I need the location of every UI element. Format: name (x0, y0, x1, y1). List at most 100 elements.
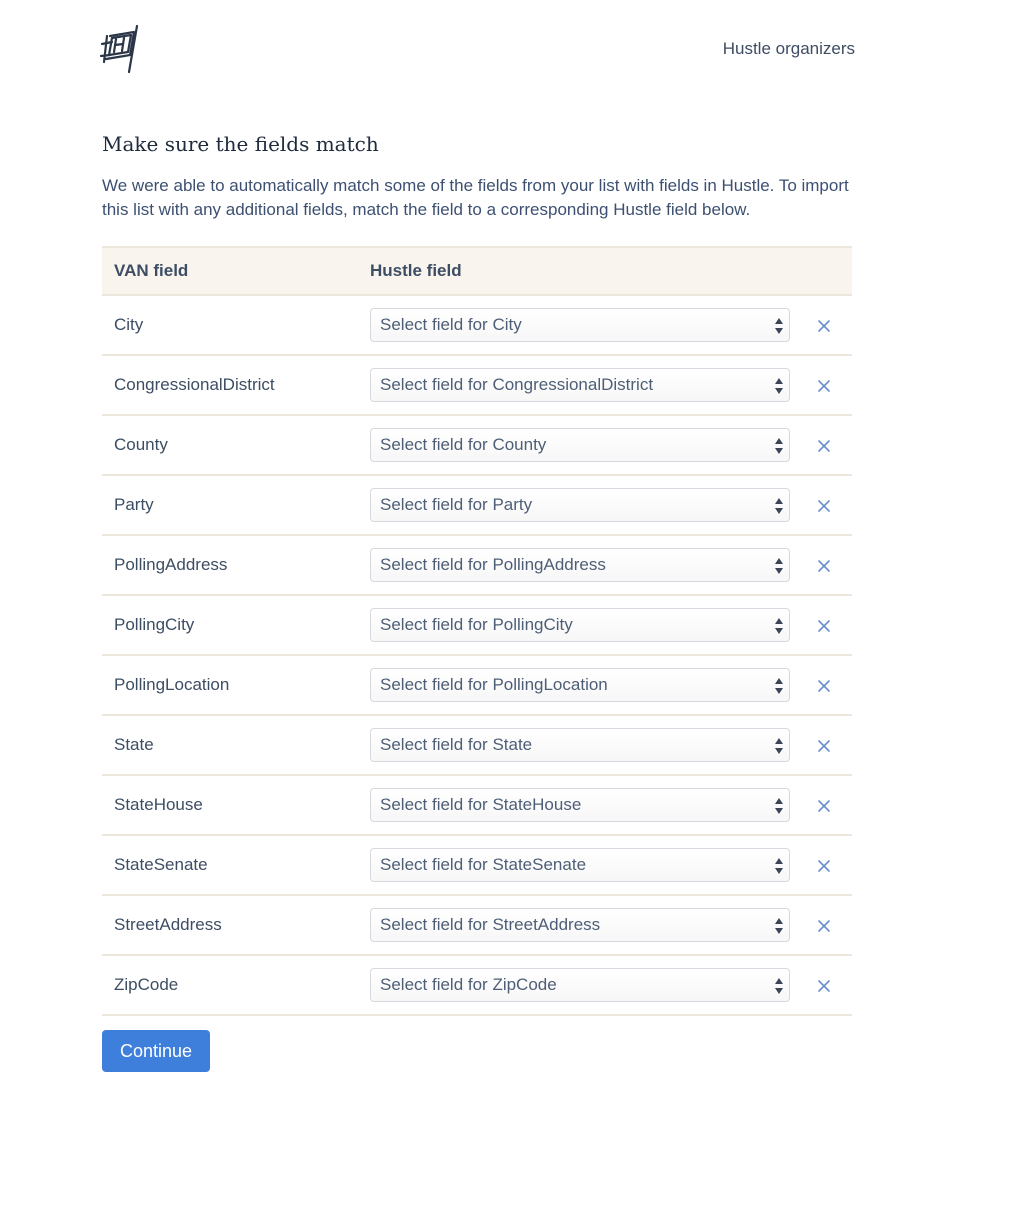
remove-cell (804, 535, 852, 596)
close-icon[interactable] (816, 378, 832, 394)
van-field-label: StateHouse (102, 775, 358, 836)
hustle-field-select-cell: Select field for ZipCode (358, 955, 804, 1016)
hustle-field-select-cell: Select field for CongressionalDistrict (358, 355, 804, 416)
hustle-field-select-cell: Select field for StateSenate (358, 835, 804, 896)
select-arrows-icon (775, 858, 783, 874)
select-value: Select field for PollingAddress (380, 555, 606, 574)
select-value: Select field for County (380, 435, 547, 454)
hustle-field-select[interactable]: Select field for ZipCode (370, 968, 790, 1002)
table-row: Party Select field for Party (102, 475, 852, 536)
hustle-field-select-cell: Select field for StreetAddress (358, 895, 804, 956)
select-value: Select field for Party (380, 495, 533, 514)
hustle-field-select-cell: Select field for PollingLocation (358, 655, 804, 716)
table-row: County Select field for County (102, 415, 852, 476)
select-value: Select field for ZipCode (380, 975, 557, 994)
hustle-field-select[interactable]: Select field for Party (370, 488, 790, 522)
select-value: Select field for PollingLocation (380, 675, 608, 694)
select-arrows-icon (775, 918, 783, 934)
hustle-field-select[interactable]: Select field for StateHouse (370, 788, 790, 822)
table-row: ZipCode Select field for ZipCode (102, 955, 852, 1016)
table-row: StateSenate Select field for StateSenate (102, 835, 852, 896)
select-arrows-icon (775, 438, 783, 454)
hustle-field-select-cell: Select field for StateHouse (358, 775, 804, 836)
van-field-label: PollingAddress (102, 535, 358, 596)
table-header-row: VAN field Hustle field (102, 246, 852, 296)
table-row: State Select field for State (102, 715, 852, 776)
close-icon[interactable] (816, 498, 832, 514)
close-icon[interactable] (816, 918, 832, 934)
close-icon[interactable] (816, 978, 832, 994)
close-icon[interactable] (816, 618, 832, 634)
select-value: Select field for StreetAddress (380, 915, 601, 934)
van-field-label: PollingLocation (102, 655, 358, 716)
select-arrows-icon (775, 498, 783, 514)
remove-cell (804, 895, 852, 956)
continue-button[interactable]: Continue (102, 1030, 210, 1072)
remove-cell (804, 715, 852, 776)
table-row: PollingCity Select field for PollingCity (102, 595, 852, 656)
select-value: Select field for StateSenate (380, 855, 587, 874)
page-title: Make sure the fields match (102, 132, 379, 156)
van-field-label: County (102, 415, 358, 476)
select-arrows-icon (775, 978, 783, 994)
remove-cell (804, 775, 852, 836)
hustle-field-select[interactable]: Select field for State (370, 728, 790, 762)
hustle-field-select-cell: Select field for PollingCity (358, 595, 804, 656)
van-field-label: CongressionalDistrict (102, 355, 358, 416)
hustle-field-select-cell: Select field for Party (358, 475, 804, 536)
hustle-field-select-cell: Select field for County (358, 415, 804, 476)
select-arrows-icon (775, 318, 783, 334)
hustle-organizers-link[interactable]: Hustle organizers (723, 39, 855, 59)
select-value: Select field for PollingCity (380, 615, 573, 634)
column-header-hustle-field: Hustle field (358, 246, 804, 296)
remove-cell (804, 415, 852, 476)
close-icon[interactable] (816, 738, 832, 754)
van-field-label: ZipCode (102, 955, 358, 1016)
hustle-field-select[interactable]: Select field for CongressionalDistrict (370, 368, 790, 402)
remove-cell (804, 295, 852, 356)
table-row: PollingAddress Select field for PollingAd… (102, 535, 852, 596)
table-row: CongressionalDistrict Select field for Co… (102, 355, 852, 416)
hustle-field-select[interactable]: Select field for PollingCity (370, 608, 790, 642)
close-icon[interactable] (816, 438, 832, 454)
remove-cell (804, 835, 852, 896)
select-arrows-icon (775, 738, 783, 754)
hustle-field-select[interactable]: Select field for City (370, 308, 790, 342)
table-row: PollingLocation Select field for PollingL… (102, 655, 852, 716)
select-value: Select field for State (380, 735, 533, 754)
table-row: City Select field for City (102, 295, 852, 356)
hustle-field-select-cell: Select field for State (358, 715, 804, 776)
select-arrows-icon (775, 618, 783, 634)
close-icon[interactable] (816, 858, 832, 874)
column-header-remove (804, 246, 852, 296)
van-field-label: Party (102, 475, 358, 536)
select-value: Select field for StateHouse (380, 795, 582, 814)
select-value: Select field for CongressionalDistrict (380, 375, 654, 394)
hustle-field-select-cell: Select field for PollingAddress (358, 535, 804, 596)
hustle-field-select[interactable]: Select field for PollingLocation (370, 668, 790, 702)
hustle-field-select[interactable]: Select field for PollingAddress (370, 548, 790, 582)
table-row: StreetAddress Select field for StreetAddr… (102, 895, 852, 956)
close-icon[interactable] (816, 678, 832, 694)
remove-cell (804, 955, 852, 1016)
select-arrows-icon (775, 798, 783, 814)
close-icon[interactable] (816, 558, 832, 574)
hustle-logo-icon[interactable] (100, 24, 140, 74)
hustle-field-select[interactable]: Select field for StreetAddress (370, 908, 790, 942)
van-field-label: StreetAddress (102, 895, 358, 956)
table-row: StateHouse Select field for StateHouse (102, 775, 852, 836)
close-icon[interactable] (816, 318, 832, 334)
column-header-van-field: VAN field (102, 246, 358, 296)
select-arrows-icon (775, 678, 783, 694)
remove-cell (804, 355, 852, 416)
van-field-label: State (102, 715, 358, 776)
intro-text: We were able to automatically match some… (102, 176, 849, 219)
van-field-label: PollingCity (102, 595, 358, 656)
hustle-field-select[interactable]: Select field for County (370, 428, 790, 462)
hustle-field-select-cell: Select field for City (358, 295, 804, 356)
select-arrows-icon (775, 558, 783, 574)
van-field-label: StateSenate (102, 835, 358, 896)
hustle-field-select[interactable]: Select field for StateSenate (370, 848, 790, 882)
select-arrows-icon (775, 378, 783, 394)
close-icon[interactable] (816, 798, 832, 814)
